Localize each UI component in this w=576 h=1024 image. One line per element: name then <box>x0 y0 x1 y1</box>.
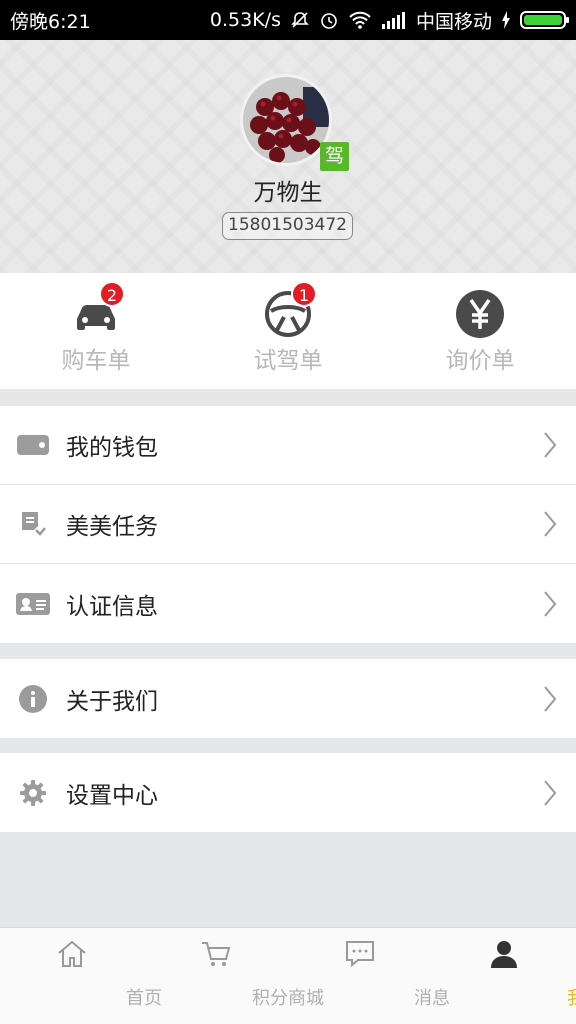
chevron-right-icon <box>544 779 557 806</box>
status-indicators: 0.53K/s 中国移动 <box>209 7 569 34</box>
wifi-icon <box>349 11 371 29</box>
menu-item-settings[interactable]: 设置中心 <box>0 753 576 832</box>
driver-badge: 驾 <box>320 142 349 171</box>
chevron-right-icon <box>544 590 557 617</box>
tab-me[interactable]: 我 <box>432 928 576 1024</box>
task-icon <box>16 507 50 541</box>
user-icon <box>491 941 517 968</box>
quick-label: 购车单 <box>61 348 131 374</box>
menu-item-tasks[interactable]: 美美任务 <box>0 485 576 564</box>
yen-icon <box>455 289 505 339</box>
bottom-tab-bar: 首页 积分商城 消息 我 <box>0 927 576 1024</box>
username: 万物生 <box>253 180 323 206</box>
status-time: 傍晚6:21 <box>10 10 91 33</box>
menu-label: 设置中心 <box>66 782 158 809</box>
info-icon <box>16 682 50 716</box>
menu-label: 认证信息 <box>66 593 158 620</box>
tab-messages[interactable]: 消息 <box>288 928 450 1024</box>
menu-label: 美美任务 <box>66 514 158 540</box>
id-card-icon <box>16 587 50 621</box>
test-drive-badge: 1 <box>291 281 317 307</box>
avatar[interactable] <box>240 74 332 166</box>
phone-number: 15801503472 <box>222 212 353 240</box>
chevron-right-icon <box>544 511 557 537</box>
quick-purchase-orders[interactable]: 2 购车单 <box>0 273 192 389</box>
avatar-image <box>243 77 329 163</box>
quick-actions: 2 购车单 1 试驾单 询价单 <box>0 273 576 389</box>
cart-icon <box>202 942 231 966</box>
signal-icon <box>381 12 405 29</box>
quick-price-inquiry-orders[interactable]: 询价单 <box>384 273 576 389</box>
gear-icon <box>16 776 50 810</box>
wallet-icon <box>16 428 50 462</box>
tab-home[interactable]: 首页 <box>0 928 162 1024</box>
tab-label: 我 <box>504 984 576 1010</box>
chevron-right-icon <box>544 685 557 712</box>
network-speed: 0.53K/s <box>209 9 281 31</box>
menu-group-account: 我的钱包 美美任务 认证信息 <box>0 406 576 643</box>
chevron-right-icon <box>544 432 557 458</box>
quick-label: 询价单 <box>445 348 515 374</box>
carrier-name: 中国移动 <box>415 10 492 33</box>
charging-icon <box>502 11 510 29</box>
steering-wheel-icon: 1 <box>263 281 317 339</box>
quick-test-drive-orders[interactable]: 1 试驾单 <box>192 273 384 389</box>
menu-group-settings: 设置中心 <box>0 753 576 832</box>
quick-label: 试驾单 <box>253 348 323 374</box>
menu-label: 关于我们 <box>66 688 158 715</box>
purchase-order-badge: 2 <box>99 281 125 307</box>
mute-bell-icon <box>291 12 309 28</box>
menu-item-about-us[interactable]: 关于我们 <box>0 659 576 738</box>
tab-points-mall[interactable]: 积分商城 <box>144 928 324 1024</box>
profile-header: 驾 万物生 15801503472 <box>0 40 576 273</box>
menu-item-verification[interactable]: 认证信息 <box>0 564 576 643</box>
menu-group-about: 关于我们 <box>0 659 576 738</box>
menu-item-wallet[interactable]: 我的钱包 <box>0 406 576 485</box>
status-bar: 傍晚6:21 0.53K/s 中国移动 <box>0 0 576 40</box>
battery-icon <box>520 11 569 29</box>
menu-label: 我的钱包 <box>66 435 158 461</box>
car-icon: 2 <box>71 281 125 339</box>
home-icon <box>58 940 86 967</box>
alarm-icon <box>321 13 337 29</box>
message-icon <box>346 941 374 968</box>
